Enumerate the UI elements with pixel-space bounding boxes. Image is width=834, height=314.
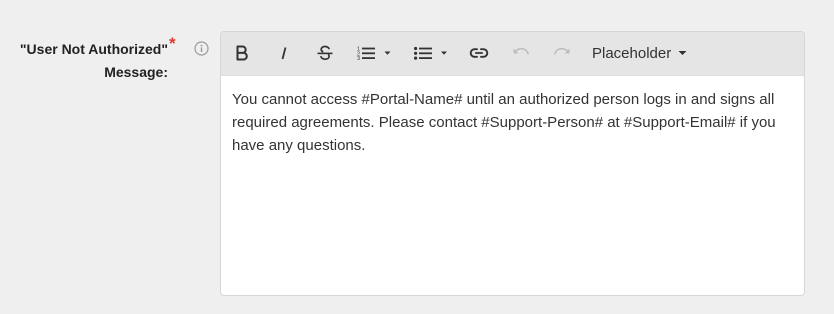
strikethrough-button[interactable] — [315, 41, 335, 65]
undo-button[interactable] — [511, 41, 531, 65]
rich-text-editor: 1 2 3 Placeholder You cannot access #Por… — [220, 31, 805, 296]
link-button[interactable] — [468, 41, 490, 65]
redo-button[interactable] — [552, 41, 572, 65]
bullet-list-icon — [414, 46, 447, 60]
bold-icon — [236, 45, 248, 61]
editor-content[interactable]: You cannot access #Portal-Name# until an… — [221, 76, 804, 169]
italic-button[interactable] — [275, 41, 293, 65]
bullet-list-button[interactable] — [414, 41, 452, 65]
info-icon[interactable] — [194, 41, 209, 56]
field-label: "User Not Authorized" Message: — [0, 38, 168, 84]
placeholder-dropdown[interactable]: Placeholder — [592, 42, 687, 64]
editor-toolbar: 1 2 3 Placeholder — [221, 32, 804, 76]
strikethrough-icon — [317, 45, 333, 61]
svg-text:3: 3 — [357, 56, 360, 61]
field-label-line2: Message: — [104, 64, 168, 80]
italic-icon — [281, 46, 287, 60]
placeholder-dropdown-label: Placeholder — [592, 44, 672, 62]
link-icon — [469, 48, 489, 58]
chevron-down-icon — [678, 51, 687, 55]
bold-button[interactable] — [233, 41, 251, 65]
ordered-list-button[interactable]: 1 2 3 — [357, 41, 395, 65]
field-label-line1: "User Not Authorized" — [19, 41, 168, 57]
ordered-list-icon: 1 2 3 — [357, 47, 391, 61]
redo-icon — [554, 47, 570, 55]
message-field-row: "User Not Authorized" Message: * 1 2 3 P… — [0, 0, 834, 314]
undo-icon — [513, 47, 529, 55]
required-marker: * — [169, 34, 176, 53]
